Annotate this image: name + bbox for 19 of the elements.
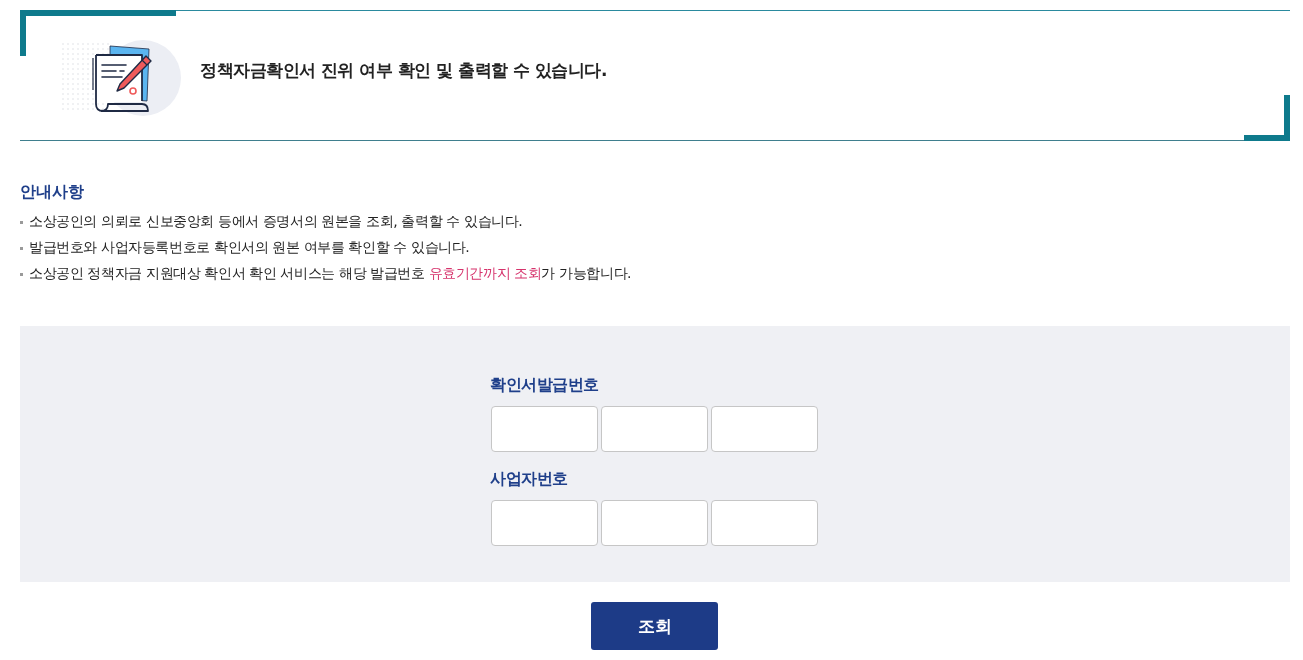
field-label: 사업자번호 — [490, 468, 569, 490]
input-field[interactable] — [491, 500, 598, 546]
notice-heading: 안내사항 — [20, 181, 85, 203]
bullet-icon — [20, 246, 23, 250]
page-title: 정책자금확인서 진위 여부 확인 및 출력할 수 있습니다. — [200, 59, 607, 82]
bullet-icon — [20, 272, 23, 276]
notice-text: 발급번호와 사업자등록번호로 확인서의 원본 여부를 확인할 수 있습니다. — [29, 239, 470, 257]
input-field[interactable] — [711, 500, 818, 546]
bullet-icon — [20, 220, 23, 224]
input-field[interactable] — [601, 500, 708, 546]
corner-accent — [1244, 95, 1290, 141]
document-pencil-icon — [60, 37, 182, 118]
field-label: 확인서발급번호 — [490, 374, 600, 396]
input-field[interactable] — [711, 406, 818, 452]
search-button[interactable]: 조회 — [591, 602, 718, 650]
notice-text: 소상공인의 의뢰로 신보중앙회 등에서 증명서의 원본을 조회, 출력할 수 있습니다. — [29, 213, 523, 231]
input-field[interactable] — [601, 406, 708, 452]
input-field[interactable] — [491, 406, 598, 452]
notice-text: 소상공인 정책자금 지원대상 확인서 확인 서비스는 해당 발급번호 유효기간까지 조회가 가능합니다. — [29, 265, 632, 283]
